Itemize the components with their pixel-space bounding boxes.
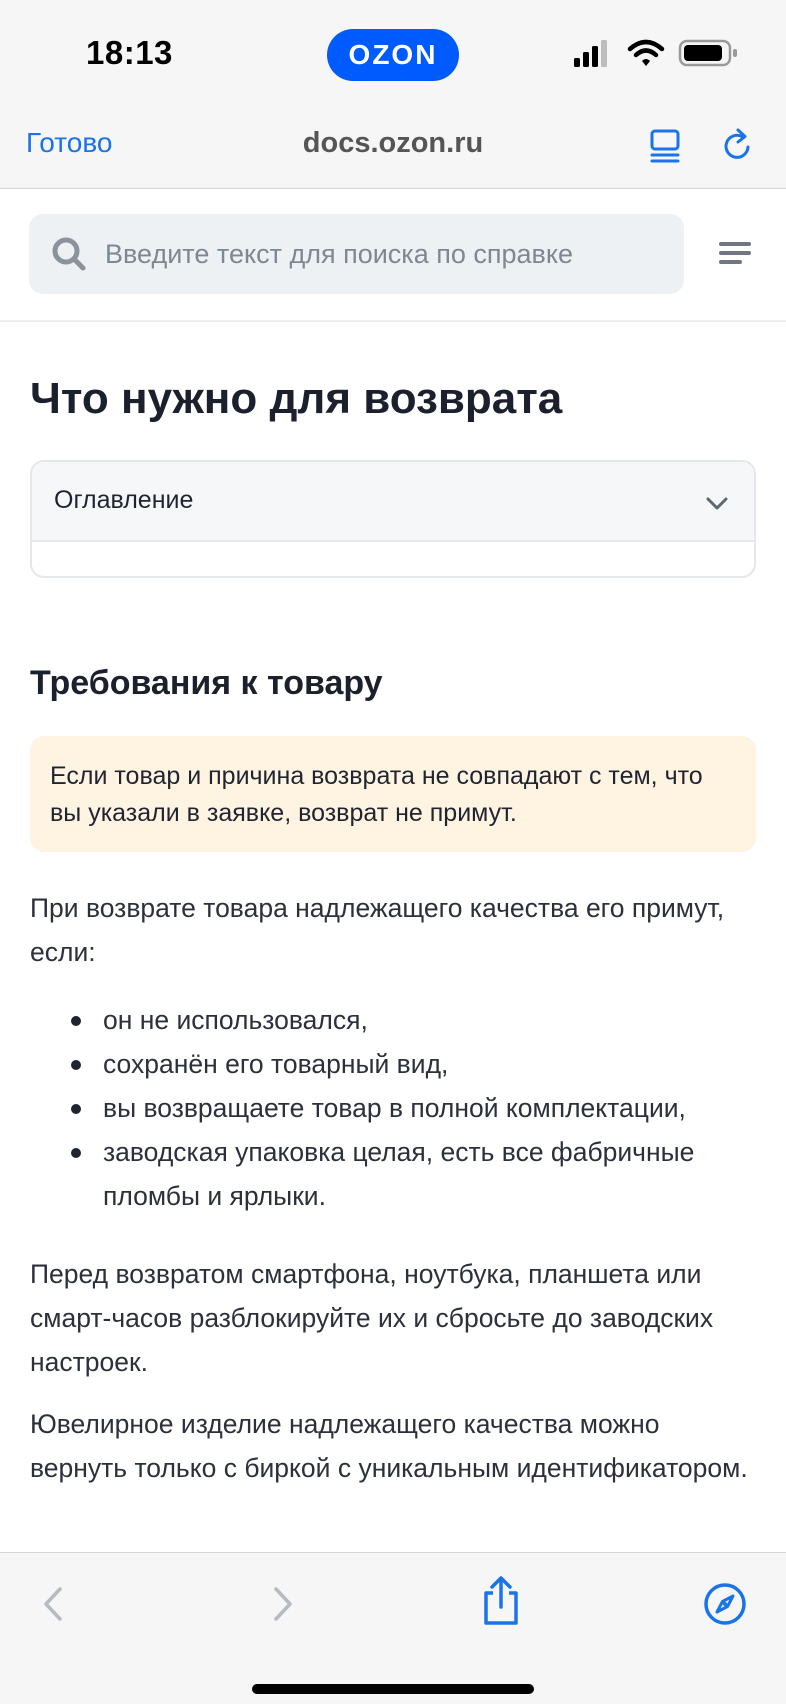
share-icon bbox=[484, 1576, 518, 1625]
status-time: 18:13 bbox=[86, 34, 173, 71]
paragraph: При возврате товара надлежащего качества… bbox=[30, 893, 725, 967]
done-button[interactable]: Готово bbox=[26, 127, 112, 159]
back-button[interactable] bbox=[32, 1581, 78, 1627]
menu-icon bbox=[719, 242, 751, 264]
list-item: сохранён его товарный вид, bbox=[30, 1042, 770, 1086]
table-of-contents: Оглавление bbox=[30, 460, 756, 578]
requirements-list: он не использовался, сохранён его товарн… bbox=[30, 998, 770, 1218]
list-item: заводская упаковка целая, есть все фабри… bbox=[30, 1130, 770, 1218]
browser-bar: Готово docs.ozon.ru bbox=[0, 105, 786, 189]
page-title: Что нужно для возврата bbox=[30, 374, 563, 423]
cellular-signal-icon bbox=[574, 40, 607, 67]
search-input[interactable] bbox=[103, 214, 663, 294]
reload-icon bbox=[724, 128, 750, 159]
wifi-icon bbox=[627, 39, 665, 66]
status-bar: 18:13 OZON bbox=[0, 0, 786, 105]
search-icon bbox=[52, 237, 86, 271]
ozon-app-badge[interactable]: OZON bbox=[327, 29, 459, 81]
list-item: он не использовался, bbox=[30, 998, 770, 1042]
menu-button[interactable] bbox=[718, 240, 752, 270]
safari-compass-icon bbox=[704, 1583, 746, 1625]
back-icon bbox=[44, 1587, 62, 1621]
reader-mode-button[interactable] bbox=[648, 125, 684, 165]
section-title: Требования к товару bbox=[30, 664, 383, 702]
toc-toggle[interactable]: Оглавление bbox=[32, 462, 754, 542]
reload-button[interactable] bbox=[720, 125, 756, 165]
help-search-header bbox=[0, 190, 786, 322]
battery-icon bbox=[678, 39, 737, 67]
status-icons bbox=[572, 38, 742, 68]
share-button[interactable] bbox=[478, 1575, 524, 1625]
toc-label: Оглавление bbox=[54, 486, 194, 514]
home-indicator[interactable] bbox=[252, 1684, 534, 1694]
open-in-safari-button[interactable] bbox=[702, 1581, 748, 1627]
forward-button[interactable] bbox=[258, 1581, 304, 1627]
reader-mode-icon bbox=[650, 129, 680, 163]
paragraph: Ювелирное изделие надлежащего качества м… bbox=[30, 1409, 748, 1483]
chevron-down-icon bbox=[706, 497, 728, 510]
paragraph: Перед возвратом смартфона, ноутбука, пла… bbox=[30, 1259, 714, 1377]
search-box[interactable] bbox=[29, 214, 684, 294]
browser-toolbar bbox=[0, 1552, 786, 1704]
warning-callout: Если товар и причина возврата не совпада… bbox=[30, 736, 756, 852]
forward-icon bbox=[274, 1587, 292, 1621]
list-item: вы возвращаете товар в полной комплектац… bbox=[30, 1086, 770, 1130]
